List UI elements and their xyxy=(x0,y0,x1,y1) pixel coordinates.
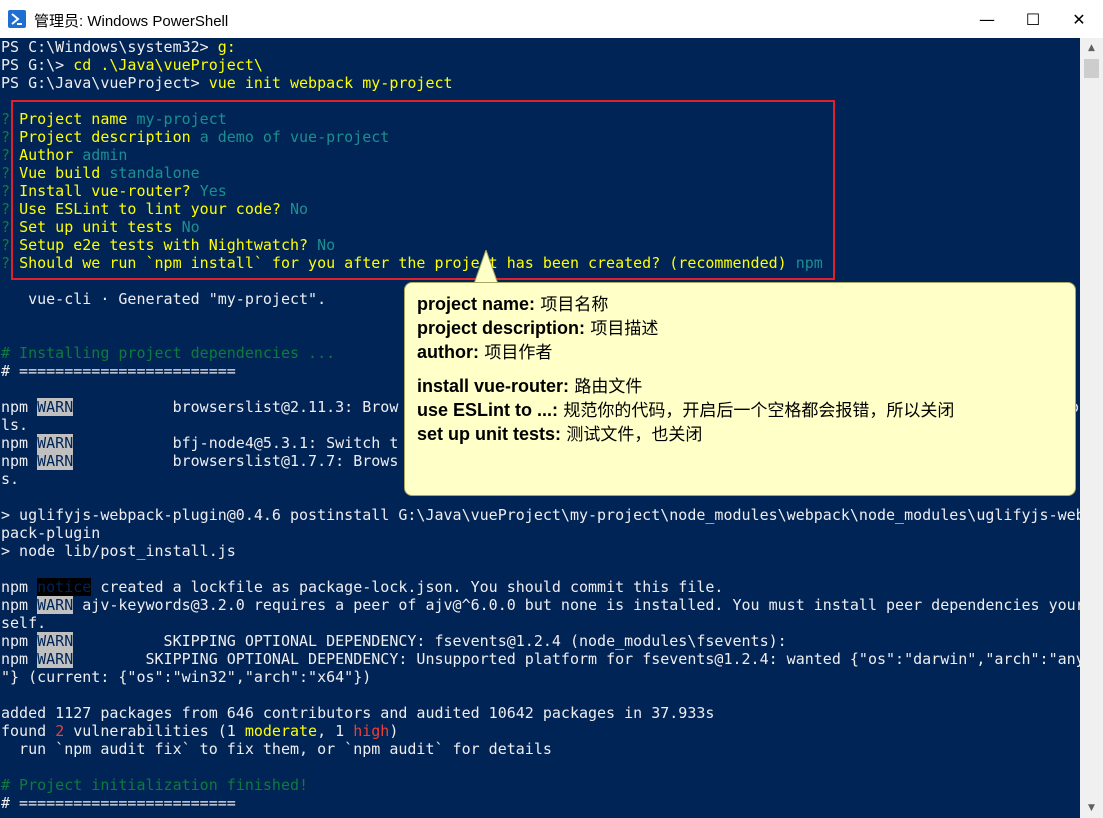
highlight-box xyxy=(11,100,835,280)
console-line: # ======================== xyxy=(1,794,236,812)
console-line: s. xyxy=(1,470,20,488)
console-line: npm WARN browserslist@2.11.3: Brow xyxy=(1,398,399,416)
console-line: "} (current: {"os":"win32","arch":"x64"}… xyxy=(1,668,372,686)
console-line: PS G:\> cd .\Java\vueProject\ xyxy=(1,56,263,74)
console-line: > node lib/post_install.js xyxy=(1,542,236,560)
console-line: PS C:\Windows\system32> g: xyxy=(1,38,236,56)
minimize-button[interactable]: — xyxy=(964,0,1010,38)
callout-line: author: 项目作者 xyxy=(417,342,553,363)
callout-line: set up unit tests: 测试文件，也关闭 xyxy=(417,424,703,445)
console-line: pack-plugin xyxy=(1,524,101,542)
close-button[interactable]: ✕ xyxy=(1056,0,1102,38)
console-line: npm WARN bfj-node4@5.3.1: Switch t xyxy=(1,434,399,452)
console-line: found 2 vulnerabilities (1 moderate, 1 h… xyxy=(1,722,399,740)
callout-pointer xyxy=(473,250,499,284)
console-line: # Installing project dependencies ... xyxy=(1,344,336,362)
console-line: run `npm audit fix` to fix them, or `npm… xyxy=(1,740,552,758)
console-line: # ======================== xyxy=(1,362,236,380)
console-line: self. xyxy=(1,614,47,632)
callout-line: use ESLint to ...: 规范你的代码，开启后一个空格都会报错，所以… xyxy=(417,400,955,421)
powershell-icon xyxy=(8,10,26,28)
console-line: > uglifyjs-webpack-plugin@0.4.6 postinst… xyxy=(1,506,1080,524)
scroll-down-arrow-icon[interactable]: ▼ xyxy=(1080,798,1103,818)
title-bar: 管理员: Windows PowerShell — ☐ ✕ xyxy=(0,0,1103,38)
console-line: PS G:\Java\vueProject> vue init webpack … xyxy=(1,74,453,92)
console-line: # Project initialization finished! xyxy=(1,776,309,794)
console-line: npm WARN SKIPPING OPTIONAL DEPENDENCY: U… xyxy=(1,650,1080,668)
scroll-thumb[interactable] xyxy=(1084,59,1099,78)
console-line: npm WARN SKIPPING OPTIONAL DEPENDENCY: f… xyxy=(1,632,787,650)
callout-line: install vue-router: 路由文件 xyxy=(417,376,643,397)
annotation-callout: project name: 项目名称 project description: … xyxy=(404,282,1076,496)
window-title: 管理员: Windows PowerShell xyxy=(34,13,229,30)
callout-line: project name: 项目名称 xyxy=(417,294,609,315)
maximize-button[interactable]: ☐ xyxy=(1010,0,1056,38)
console-line: npm notice created a lockfile as package… xyxy=(1,578,724,596)
scroll-up-arrow-icon[interactable]: ▲ xyxy=(1080,38,1103,58)
console-line: npm WARN ajv-keywords@3.2.0 requires a p… xyxy=(1,596,1080,614)
callout-line: project description: 项目描述 xyxy=(417,318,659,339)
console-line: npm WARN browserslist@1.7.7: Brows xyxy=(1,452,399,470)
vertical-scrollbar[interactable]: ▲ ▼ xyxy=(1080,38,1103,818)
console-line: added 1127 packages from 646 contributor… xyxy=(1,704,715,722)
console-line: vue-cli · Generated "my-project". xyxy=(1,290,327,308)
console-line: ls. xyxy=(1,416,29,434)
